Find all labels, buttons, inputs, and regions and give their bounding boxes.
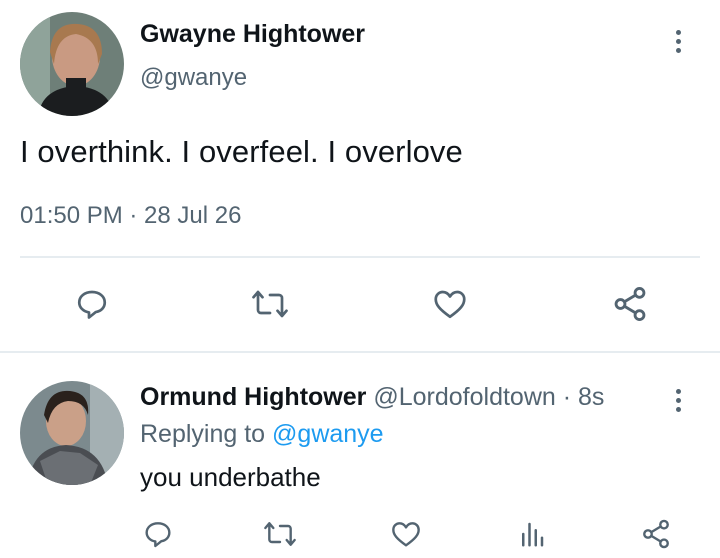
reply-button[interactable] (138, 516, 178, 552)
share-icon (614, 287, 646, 321)
like-icon (434, 290, 466, 319)
author-name[interactable]: Gwayne Hightower (140, 20, 365, 49)
analytics-icon (522, 522, 544, 547)
avatar-image (20, 381, 124, 485)
replying-to-link[interactable]: @gwanye (272, 420, 384, 448)
separator: · (562, 383, 572, 411)
like-button[interactable] (430, 284, 470, 324)
avatar[interactable] (20, 381, 124, 485)
reply-header: Ormund Hightower @Lordofoldtown · 8s (140, 383, 604, 412)
like-button[interactable] (386, 516, 426, 552)
reply-text: you underbathe (140, 462, 321, 492)
reply-author-handle[interactable]: @Lordofoldtown (373, 383, 555, 411)
share-button[interactable] (634, 516, 678, 552)
tweet-timestamp[interactable]: 01:50 PM · 28 Jul 26 (20, 202, 241, 230)
author-handle[interactable]: @gwanye (140, 64, 247, 92)
retweet-icon (252, 290, 288, 318)
more-options-icon[interactable] (668, 30, 688, 64)
reply-icon (77, 290, 107, 319)
avatar-image (20, 12, 124, 116)
retweet-icon (264, 522, 296, 546)
reply-time[interactable]: 8s (578, 383, 604, 411)
retweet-button[interactable] (258, 516, 302, 552)
retweet-button[interactable] (248, 284, 292, 324)
like-icon (392, 522, 420, 547)
more-options-icon[interactable] (668, 389, 688, 423)
reply-author-name[interactable]: Ormund Hightower (140, 383, 366, 411)
reply-button[interactable] (72, 284, 112, 324)
divider (20, 256, 700, 258)
avatar[interactable] (20, 12, 124, 116)
divider (0, 351, 720, 353)
share-icon (643, 519, 669, 549)
tweet-text: I overthink. I overfeel. I overlove (20, 134, 463, 169)
replying-to-line: Replying to @gwanye (140, 420, 384, 449)
replying-to-label: Replying to (140, 420, 266, 448)
share-button[interactable] (608, 284, 652, 324)
analytics-button[interactable] (512, 516, 552, 552)
main-tweet: Gwayne Hightower @gwanye I overthink. I … (0, 0, 720, 352)
reply-icon (145, 522, 171, 548)
